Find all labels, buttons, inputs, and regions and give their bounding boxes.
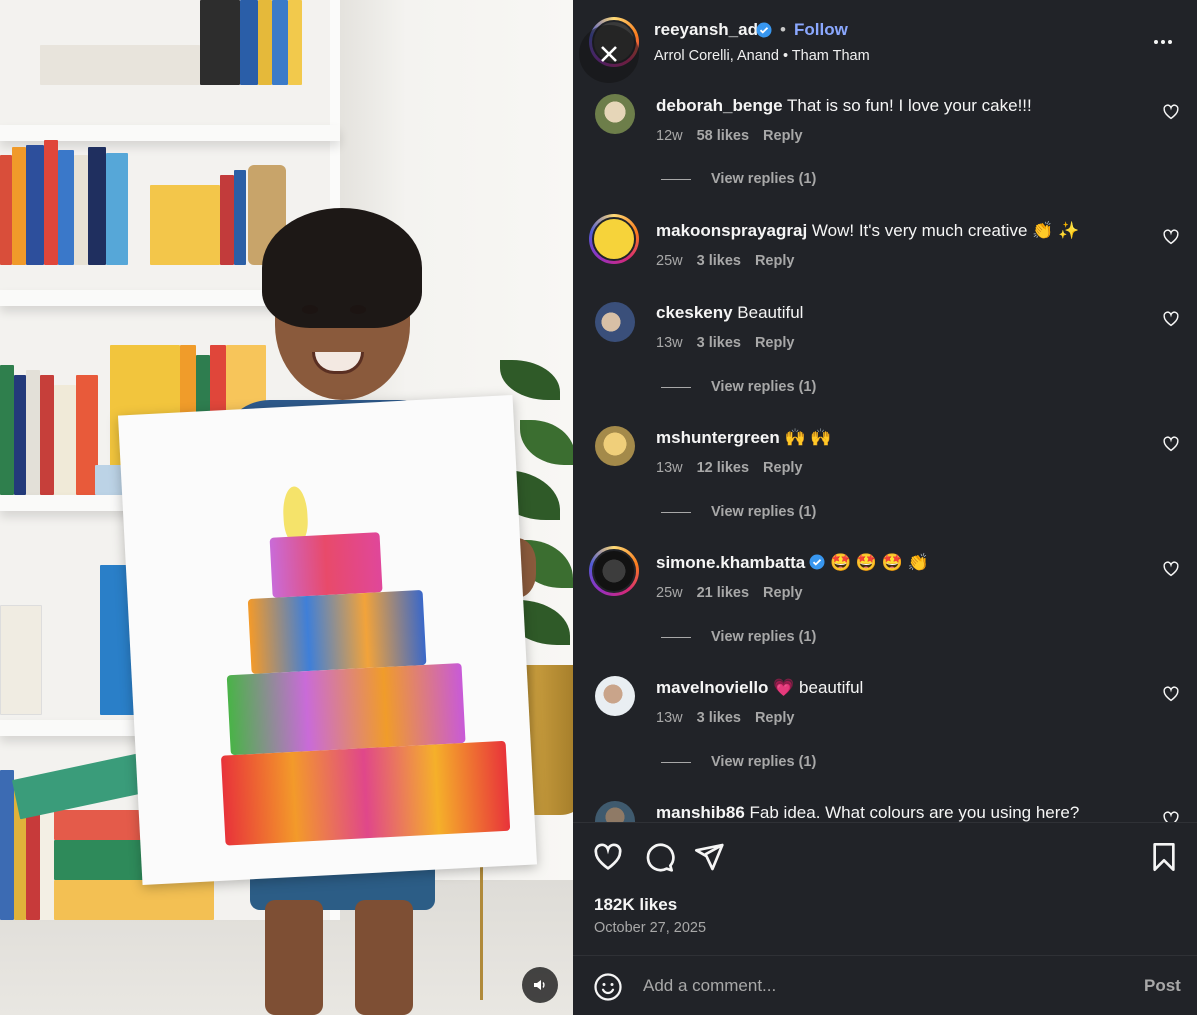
share-button-icon[interactable] [693, 841, 725, 873]
like-comment-icon[interactable] [1162, 560, 1180, 578]
comment-username[interactable]: manshib86 [656, 803, 745, 822]
commenter-avatar[interactable] [595, 801, 635, 822]
comment-likes[interactable]: 12 likes [697, 460, 749, 476]
comment-text: Fab idea. What colours are you using her… [744, 803, 1080, 822]
comment-text: That is so fun! I love your cake!!! [782, 96, 1032, 115]
comment-age: 13w [656, 710, 683, 726]
commenter-avatar[interactable] [595, 676, 635, 716]
post-media[interactable] [0, 0, 573, 1015]
reply-button[interactable]: Reply [763, 460, 803, 476]
reply-button[interactable]: Reply [763, 128, 803, 144]
view-replies-button[interactable]: View replies (1) [661, 171, 816, 187]
follow-button[interactable]: Follow [794, 20, 848, 40]
likes-count[interactable]: 182K likes [594, 895, 677, 915]
comment-age: 25w [656, 585, 683, 601]
comment-username[interactable]: makoonsprayagraj [656, 221, 807, 240]
commenter-avatar[interactable] [595, 302, 635, 342]
comment-text: 💗 beautiful [768, 678, 864, 697]
comment-username[interactable]: ckeskeny [656, 303, 733, 322]
speaker-icon [534, 980, 545, 990]
verified-badge-icon [756, 22, 772, 38]
post-comment-button[interactable]: Post [1144, 976, 1181, 996]
reply-button[interactable]: Reply [755, 710, 795, 726]
post-date: October 27, 2025 [594, 920, 707, 936]
post-detail-panel: reeyansh_ad • Follow Arrol Corelli, Anan… [573, 0, 1197, 1015]
reply-button[interactable]: Reply [755, 253, 795, 269]
save-bookmark-icon[interactable] [1148, 841, 1180, 873]
view-replies-button[interactable]: View replies (1) [661, 379, 816, 395]
like-button-icon[interactable] [592, 841, 624, 873]
view-replies-button[interactable]: View replies (1) [661, 754, 816, 770]
comment-likes[interactable]: 58 likes [697, 128, 749, 144]
like-comment-icon[interactable] [1162, 228, 1180, 246]
post-actions: 182K likes October 27, 2025 [573, 822, 1197, 962]
commenter-avatar[interactable] [595, 426, 635, 466]
close-icon [601, 46, 617, 62]
comment-likes[interactable]: 3 likes [697, 253, 741, 269]
verified-badge-icon [809, 554, 825, 570]
comment-username[interactable]: mshuntergreen [656, 428, 780, 447]
comment-likes[interactable]: 3 likes [697, 710, 741, 726]
reply-button[interactable]: Reply [763, 585, 803, 601]
like-comment-icon[interactable] [1162, 810, 1180, 822]
close-button[interactable] [579, 25, 639, 83]
comment-age: 13w [656, 335, 683, 351]
comment-username[interactable]: simone.khambatta [656, 553, 805, 572]
like-comment-icon[interactable] [1162, 685, 1180, 703]
comment-username[interactable]: deborah_benge [656, 96, 783, 115]
like-comment-icon[interactable] [1162, 103, 1180, 121]
comment-likes[interactable]: 3 likes [697, 335, 741, 351]
like-comment-icon[interactable] [1162, 435, 1180, 453]
comment-text: Beautiful [732, 303, 804, 322]
commenter-avatar[interactable] [595, 94, 635, 134]
comments-list[interactable]: deborah_benge That is so fun! I love you… [573, 88, 1197, 822]
comment-likes[interactable]: 21 likes [697, 585, 749, 601]
cake-drawing [117, 394, 538, 886]
comment-composer: Post [573, 955, 1197, 1015]
view-replies-button[interactable]: View replies (1) [661, 629, 816, 645]
emoji-icon[interactable] [593, 972, 623, 1002]
comment-text: 🤩 🤩 🤩 👏 [825, 553, 929, 572]
comment-input[interactable] [643, 970, 1123, 1002]
commenter-avatar[interactable] [589, 546, 639, 596]
comment-text: 🙌 🙌 [779, 428, 832, 447]
comment-text: Wow! It's very much creative 👏 ✨ [807, 221, 1080, 240]
reply-button[interactable]: Reply [755, 335, 795, 351]
comment-age: 13w [656, 460, 683, 476]
more-options-button[interactable] [1150, 30, 1176, 54]
comment-age: 12w [656, 128, 683, 144]
commenter-avatar[interactable] [589, 214, 639, 264]
comment-button-icon[interactable] [643, 841, 675, 873]
view-replies-button[interactable]: View replies (1) [661, 504, 816, 520]
mute-toggle-button[interactable] [522, 967, 558, 1003]
comment-username[interactable]: mavelnoviello [656, 678, 768, 697]
audio-attribution[interactable]: Arrol Corelli, Anand • Tham Tham [654, 48, 870, 64]
author-username[interactable]: reeyansh_ad [654, 20, 758, 40]
like-comment-icon[interactable] [1162, 310, 1180, 328]
comment-age: 25w [656, 253, 683, 269]
separator-dot: • [780, 20, 786, 39]
post-header: reeyansh_ad • Follow Arrol Corelli, Anan… [573, 0, 1197, 88]
